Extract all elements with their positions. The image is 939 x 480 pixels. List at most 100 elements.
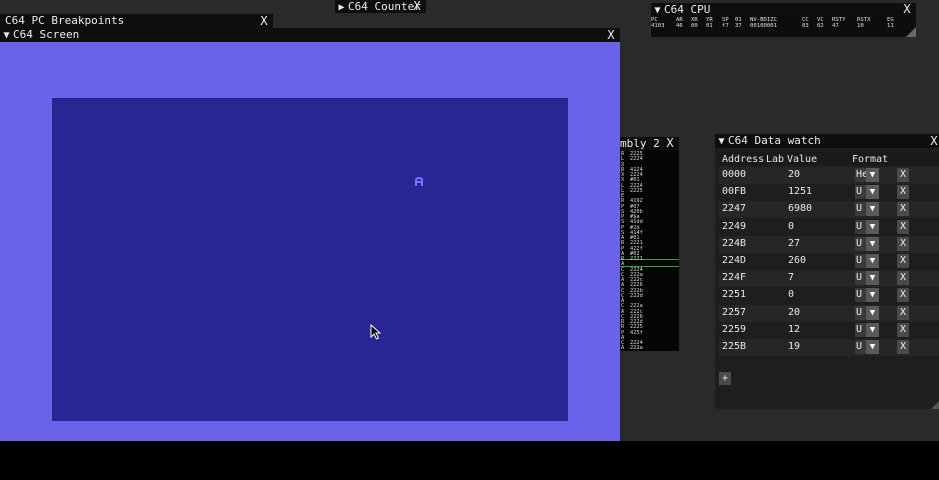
format-dropdown[interactable]: U ▼ <box>855 271 879 286</box>
header-format: Format <box>852 154 889 165</box>
disassembly-title: mbly 2 <box>620 137 660 150</box>
header-label: Labe <box>766 154 784 165</box>
format-dropdown[interactable]: U ▼ <box>855 340 879 354</box>
table-row[interactable]: 2259 12 U ▼ X <box>719 322 939 339</box>
screen-window[interactable]: ▼ C64 Screen X <box>0 28 620 441</box>
remove-watch-button[interactable]: X <box>897 168 909 182</box>
cpu-titlebar[interactable]: ▼ C64 CPU X <box>651 3 916 16</box>
chevron-down-icon[interactable]: ▼ <box>866 219 879 234</box>
chevron-down-icon[interactable]: ▼ <box>866 185 879 200</box>
register-value-3: 01 <box>706 23 713 29</box>
format-dropdown[interactable]: U ▼ <box>855 202 879 217</box>
remove-watch-button[interactable]: X <box>897 305 909 320</box>
expand-icon[interactable]: ▶ <box>335 1 348 13</box>
chevron-down-icon[interactable]: ▼ <box>866 254 879 268</box>
remove-watch-button[interactable]: X <box>897 254 909 268</box>
collapse-icon[interactable]: ▼ <box>651 4 664 16</box>
close-icon[interactable]: X <box>258 14 270 28</box>
close-icon[interactable]: X <box>901 3 913 16</box>
add-watch-button[interactable]: + <box>719 372 731 385</box>
chevron-down-icon[interactable]: ▼ <box>866 340 879 354</box>
resize-grip[interactable] <box>906 27 916 37</box>
chevron-down-icon[interactable]: ▼ <box>866 236 879 251</box>
remove-watch-button[interactable]: X <box>897 236 909 251</box>
format-value: U <box>856 341 863 352</box>
remove-watch-button[interactable]: X <box>897 185 909 200</box>
format-dropdown[interactable]: He ▼ <box>855 168 879 182</box>
data-watch-body: Address Labe Value Format 000020He▼X00FB… <box>715 148 939 409</box>
close-icon[interactable]: X <box>928 134 939 148</box>
resize-grip[interactable] <box>931 401 939 409</box>
watch-value: 12 <box>788 323 801 335</box>
format-dropdown[interactable]: U ▼ <box>855 254 879 268</box>
pc-breakpoints-title: C64 PC Breakpoints <box>5 14 125 27</box>
table-row[interactable]: 225B 19 U ▼ X <box>719 339 939 356</box>
disasm-operand: 2225 <box>630 187 643 194</box>
table-row[interactable]: 2251 0 U ▼ X <box>719 287 939 304</box>
remove-watch-button[interactable]: X <box>897 271 909 286</box>
format-dropdown[interactable]: U ▼ <box>855 185 879 200</box>
format-dropdown[interactable]: U ▼ <box>855 236 879 251</box>
collapse-icon[interactable]: ▼ <box>0 29 13 42</box>
pc-breakpoints-titlebar[interactable]: C64 PC Breakpoints X <box>0 14 273 28</box>
table-row[interactable]: 00FB 1251 U ▼ X <box>719 184 939 201</box>
watch-value: 20 <box>788 169 801 180</box>
remove-watch-button[interactable]: X <box>897 219 909 234</box>
table-row[interactable]: 2257 20 U ▼ X <box>719 304 939 322</box>
chevron-down-icon[interactable]: ▼ <box>866 305 879 320</box>
format-value: U <box>856 289 863 301</box>
counters-window[interactable]: ▶ C64 Counter X <box>335 0 426 13</box>
watch-value: 20 <box>788 306 801 318</box>
close-icon[interactable]: X <box>411 0 423 13</box>
watch-value: 0 <box>788 220 795 232</box>
table-row[interactable]: 2247 6980 U ▼ X <box>719 201 939 219</box>
pc-breakpoints-window[interactable]: C64 PC Breakpoints X <box>0 14 273 28</box>
table-row[interactable]: 0000 20 He ▼ X <box>719 167 939 184</box>
disasm-operand: 425f <box>630 329 643 336</box>
chevron-down-icon[interactable]: ▼ <box>866 322 879 337</box>
format-dropdown[interactable]: U ▼ <box>855 322 879 337</box>
table-row[interactable]: 2249 0 U ▼ X <box>719 219 939 236</box>
close-icon[interactable]: X <box>605 28 617 42</box>
format-value: U <box>856 272 863 284</box>
table-row[interactable]: 224D 260 U ▼ X <box>719 253 939 270</box>
screen-titlebar[interactable]: ▼ C64 Screen X <box>0 28 620 42</box>
format-dropdown[interactable]: U ▼ <box>855 305 879 320</box>
watch-value: 7 <box>788 272 795 284</box>
remove-watch-button[interactable]: X <box>897 202 909 217</box>
chevron-down-icon[interactable]: ▼ <box>866 288 879 303</box>
table-row[interactable]: 224B 27 U ▼ X <box>719 235 939 253</box>
register-value-5: 37 <box>735 23 742 29</box>
data-watch-titlebar[interactable]: ▼ C64 Data watch X <box>715 134 939 148</box>
c64-display[interactable] <box>52 98 568 421</box>
counters-titlebar[interactable]: ▶ C64 Counter X <box>335 0 426 13</box>
chevron-down-icon[interactable]: ▼ <box>866 202 879 217</box>
disasm-operand: 222d <box>630 292 643 299</box>
format-dropdown[interactable]: U ▼ <box>855 219 879 234</box>
format-value: U <box>856 237 863 249</box>
remove-watch-button[interactable]: X <box>897 322 909 337</box>
format-dropdown[interactable]: U ▼ <box>855 288 879 303</box>
watch-value: 27 <box>788 237 801 249</box>
chevron-down-icon[interactable]: ▼ <box>866 168 879 182</box>
disassembly-listing[interactable]: R 2225 L 2224 X R 4124 X 2224 X #01 L 2224 L 2225 E R 419… <box>620 150 679 351</box>
collapse-icon[interactable]: ▼ <box>715 135 728 148</box>
disassembly-window[interactable]: mbly 2 X R 2225 L 2224 X R 4124 X 2224 X #01 L 2224 L… <box>620 137 679 351</box>
header-value: Value <box>787 154 818 165</box>
watch-address: 224B <box>722 237 747 249</box>
close-icon[interactable]: X <box>664 137 676 150</box>
register-value-6: 00100001 <box>750 23 777 29</box>
remove-watch-button[interactable]: X <box>897 288 909 303</box>
remove-watch-button[interactable]: X <box>897 340 909 354</box>
disassembly-titlebar[interactable]: mbly 2 X <box>620 137 679 150</box>
cpu-window[interactable]: ▼ C64 CPU X PC 4103 AR 46 XR 00 YR 01 SP f7 01 37 NV-… <box>651 3 916 37</box>
table-row[interactable]: 224F 7 U ▼ X <box>719 270 939 288</box>
chevron-down-icon[interactable]: ▼ <box>866 271 879 286</box>
watch-address: 225B <box>722 341 747 352</box>
data-watch-window[interactable]: ▼C64 Data watch X Address Labe Value For… <box>715 134 939 409</box>
disasm-operand: 2224 <box>630 156 643 163</box>
watch-address: 0000 <box>722 169 747 180</box>
watch-address: 2251 <box>722 289 747 301</box>
disasm-operand: 2221 <box>630 256 643 262</box>
watch-address: 2247 <box>722 203 747 215</box>
